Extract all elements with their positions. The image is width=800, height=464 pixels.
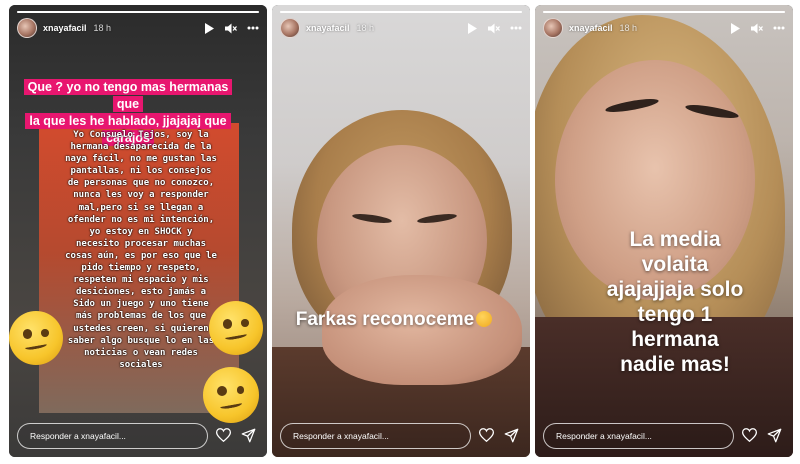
- story-caption: Farkas reconoceme: [284, 309, 504, 331]
- volume-mute-icon[interactable]: [751, 22, 763, 34]
- letter-line: respeten mi espacio y mis: [73, 275, 209, 286]
- caption-line: Que ? yo no tengo mas hermanas que: [23, 79, 233, 112]
- avatar[interactable]: [543, 18, 563, 38]
- story-progress-bar: [280, 11, 522, 13]
- story-caption: La media volaita ajajajjaja solo tengo 1…: [565, 227, 785, 377]
- story-progress-bar: [543, 11, 785, 13]
- letter-line: desiciones, esto jamás a: [75, 287, 207, 298]
- username[interactable]: xnayafacil: [306, 23, 350, 33]
- post-time: 18 h: [356, 23, 375, 33]
- letter-line: noticias o vean redes: [84, 347, 198, 358]
- caption-line: La media: [629, 228, 721, 251]
- heart-icon[interactable]: [215, 428, 232, 443]
- story-header: xnayafacil 18 h: [280, 17, 522, 39]
- avatar[interactable]: [17, 18, 37, 38]
- story-panel-2[interactable]: xnayafacil 18 h Farkas reconoceme Respon…: [272, 5, 530, 457]
- story-header: xnayafacil 18 h: [17, 17, 259, 39]
- play-icon[interactable]: [203, 22, 215, 34]
- letter-line: cosas aún, es por eso que le: [65, 250, 217, 261]
- reply-input[interactable]: Responder a xnayafacil...: [17, 423, 208, 449]
- letter-line: hermana desaparecida de la: [70, 142, 212, 153]
- letter-line: pido tiempo y respeto,: [81, 263, 201, 274]
- letter-line: Yo Consuelo Tejos, soy la: [73, 130, 209, 140]
- heart-icon[interactable]: [741, 428, 758, 443]
- woozy-face-emoji: [9, 311, 63, 365]
- letter-line: yo estoy en SHOCK y: [89, 226, 193, 237]
- avatar[interactable]: [280, 18, 300, 38]
- letter-line: mal,pero si se llegan a: [78, 202, 204, 213]
- letter-line: más problemas de los que: [75, 311, 207, 322]
- letter-line: de personas que no conozco,: [67, 178, 215, 189]
- woozy-face-emoji: [203, 367, 259, 423]
- post-time: 18 h: [93, 23, 112, 33]
- letter-line: pantallas, ni los consejos: [70, 166, 212, 177]
- volume-mute-icon[interactable]: [488, 22, 500, 34]
- heart-icon[interactable]: [478, 428, 495, 443]
- caption-line: nadie mas!: [620, 353, 730, 376]
- letter-line: ofender no es mi intención,: [67, 214, 215, 225]
- send-icon[interactable]: [767, 428, 782, 443]
- woozy-face-emoji: [209, 301, 263, 355]
- story-panel-3[interactable]: xnayafacil 18 h La media volaita ajajajj…: [535, 5, 793, 457]
- more-icon[interactable]: [773, 22, 785, 34]
- letter-text: Yo Consuelo Tejos, soy la hermana desapa…: [47, 129, 235, 371]
- letter-line: necesito procesar muchas: [75, 238, 207, 249]
- caption-line: volaita: [641, 253, 709, 276]
- more-icon[interactable]: [510, 22, 522, 34]
- post-time: 18 h: [619, 23, 638, 33]
- letter-line: ustedes creen, si quieren: [73, 323, 209, 334]
- caption-line: hermana: [631, 328, 719, 351]
- pouting-cat-emoji: [476, 311, 493, 327]
- letter-line: saber algo busque lo en las: [67, 335, 215, 346]
- more-icon[interactable]: [247, 22, 259, 34]
- story-progress-bar: [17, 11, 259, 13]
- caption-line: ajajajjaja solo: [606, 278, 744, 301]
- username[interactable]: xnayafacil: [43, 23, 87, 33]
- caption-text: Farkas reconoceme: [295, 309, 475, 330]
- send-icon[interactable]: [241, 428, 256, 443]
- reply-input[interactable]: Responder a xnayafacil...: [543, 423, 734, 449]
- username[interactable]: xnayafacil: [569, 23, 613, 33]
- letter-line: sociales: [119, 359, 163, 370]
- volume-mute-icon[interactable]: [225, 22, 237, 34]
- play-icon[interactable]: [466, 22, 478, 34]
- story-panel-1[interactable]: xnayafacil 18 h Que ? yo no tengo mas he…: [9, 5, 267, 457]
- letter-line: Sido un juego y uno tiene: [73, 299, 209, 310]
- play-icon[interactable]: [729, 22, 741, 34]
- letter-line: naya fácil, no me gustan las: [65, 154, 217, 165]
- caption-line: tengo 1: [637, 303, 713, 326]
- caption-line: la que les he hablado, jjajajaj que: [25, 113, 231, 129]
- send-icon[interactable]: [504, 428, 519, 443]
- letter-line: nunca les voy a responder: [73, 190, 209, 201]
- reply-input[interactable]: Responder a xnayafacil...: [280, 423, 471, 449]
- story-header: xnayafacil 18 h: [543, 17, 785, 39]
